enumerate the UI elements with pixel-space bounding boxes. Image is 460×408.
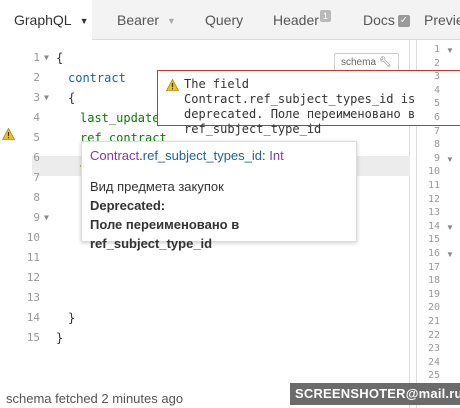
tab-docs-label: Docs	[363, 12, 395, 28]
line-number: 13	[26, 291, 40, 304]
chevron-down-icon: ▼	[79, 16, 89, 26]
fold-toggle-icon[interactable]: ▼	[446, 223, 454, 232]
preview-line-number: 6	[433, 112, 440, 123]
preview-line-number: 5	[433, 98, 440, 110]
line-number: 8	[33, 191, 40, 204]
editor-line[interactable]: 14}	[0, 308, 410, 328]
tooltip-scalar-type[interactable]: Int	[269, 148, 283, 163]
preview-line-number: 12	[427, 193, 440, 205]
tab-docs[interactable]: Docs ✓	[363, 0, 410, 39]
fold-toggle-icon[interactable]: ▼	[44, 88, 49, 108]
field-info-tooltip: Contract.ref_subject_types_id: Int Вид п…	[81, 141, 357, 251]
preview-line-number: 13	[427, 207, 440, 219]
tooltip-field-name[interactable]: ref_subject_types_id	[143, 148, 262, 163]
preview-line-number: 8	[433, 139, 440, 151]
fold-toggle-icon[interactable]: ▼	[446, 155, 454, 164]
preview-line-number: 18	[427, 275, 440, 287]
deprecation-warning: The field Contract.ref_subject_types_id …	[157, 70, 460, 136]
tooltip-type-name[interactable]: Contract	[90, 148, 139, 163]
code-text: }	[68, 311, 76, 325]
preview-line-number: 11	[427, 180, 440, 191]
tooltip-title: Contract.ref_subject_types_id: Int	[90, 148, 284, 163]
preview-line-number: 4	[433, 84, 440, 96]
preview-line-number: 16	[427, 248, 440, 259]
editor-line[interactable]: 12	[0, 268, 410, 288]
preview-line-number: 20	[427, 302, 440, 314]
fold-toggle-icon[interactable]: ▼	[44, 48, 49, 68]
preview-line-number: 9	[433, 152, 440, 164]
tooltip-deprecated-label: Deprecated:	[90, 198, 166, 213]
preview-line-number: 24	[427, 356, 440, 368]
line-number: 1	[33, 51, 40, 64]
preview-line-number: 14	[427, 220, 440, 232]
wrench-icon: 🔧︎	[378, 57, 392, 68]
line-number: 10	[26, 231, 40, 244]
tab-bar: GraphQL ▼ Bearer ▼ Query Header 1 Docs ✓ Pre…	[0, 0, 460, 40]
line-number: 3	[33, 91, 40, 104]
preview-line-number: 10	[427, 166, 440, 178]
header-count-badge: 1	[319, 10, 331, 22]
line-number: 2	[33, 71, 40, 84]
line-number: 14	[26, 311, 40, 324]
preview-line-number: 3	[433, 71, 440, 83]
preview-line-number: 23	[427, 343, 440, 355]
tab-header-label: Header	[273, 12, 319, 28]
warning-text-line: deprecated. Поле переименовано в	[184, 107, 416, 121]
line-number: 4	[33, 111, 40, 124]
line-number: 11	[26, 251, 40, 264]
editor-line[interactable]: 15}	[0, 328, 410, 348]
editor-line[interactable]: 13	[0, 288, 410, 308]
warning-text-line: ref_subject_type_id	[184, 122, 322, 136]
preview-line-number: 17	[427, 261, 440, 273]
fold-toggle-icon[interactable]: ▼	[446, 46, 454, 55]
tab-graphql-label: GraphQL	[14, 12, 72, 28]
tooltip-description: Вид предмета закупок	[90, 179, 224, 194]
line-number: 12	[26, 271, 40, 284]
checkbox-icon[interactable]: ✓	[397, 15, 410, 27]
chevron-down-icon: ▼	[167, 16, 176, 26]
preview-line-number: 2	[433, 57, 440, 69]
line-number: 5	[33, 131, 40, 144]
tab-preview[interactable]: Previe	[424, 0, 460, 39]
tab-query[interactable]: Query	[205, 0, 243, 39]
preview-line-number: 1	[433, 44, 440, 55]
preview-line-number: 22	[427, 329, 440, 341]
fold-toggle-icon[interactable]: ▼	[446, 250, 454, 259]
preview-line-number: 19	[427, 288, 440, 300]
preview-line-number: 21	[427, 316, 440, 327]
line-number: 6	[33, 151, 40, 164]
watermark: SCREENSHOTER@mail.ru	[290, 383, 460, 405]
code-text: {	[56, 51, 64, 65]
code-text: {	[68, 91, 76, 105]
preview-line-number: 15	[427, 234, 440, 246]
tab-preview-label: Previe	[424, 12, 460, 28]
preview-line-number: 25	[427, 370, 440, 382]
line-number: 9	[33, 211, 40, 224]
tab-bearer-label: Bearer	[117, 12, 160, 28]
warning-text-line: The field Contract.ref_subject_types_id …	[184, 77, 416, 106]
line-number: 15	[26, 331, 40, 344]
schema-status: schema fetched 2 minutes ago	[6, 391, 184, 406]
code-text: }	[56, 331, 64, 345]
tab-query-label: Query	[205, 12, 244, 28]
schema-button-label: schema	[341, 57, 377, 68]
warning-icon	[166, 79, 179, 91]
fold-toggle-icon[interactable]: ▼	[44, 208, 49, 228]
code-text: contract	[68, 71, 126, 85]
preview-line-number: 7	[433, 125, 440, 137]
tooltip-deprecated-reason: Поле переименовано в ref_subject_type_id	[90, 217, 240, 251]
line-number: 7	[33, 171, 40, 184]
warning-icon	[2, 128, 15, 140]
tab-bearer[interactable]: Bearer ▼	[117, 0, 176, 39]
tab-graphql[interactable]: GraphQL ▼	[0, 0, 92, 40]
tab-header[interactable]: Header 1	[273, 0, 331, 39]
